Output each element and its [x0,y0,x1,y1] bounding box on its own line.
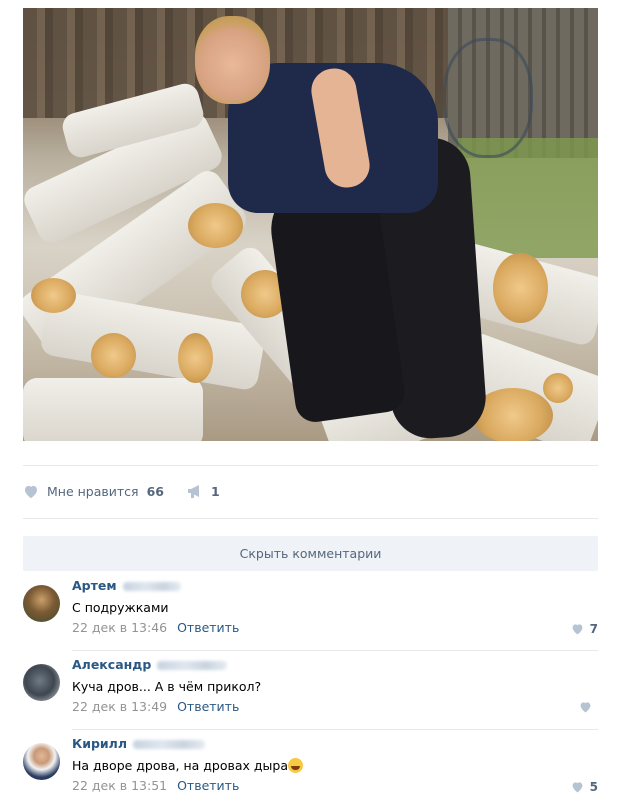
avatar[interactable] [23,743,60,780]
blurred-surname [133,739,205,749]
comment: Александр Куча дров... А в чём прикол? 2… [23,657,598,735]
hide-comments-button[interactable]: Скрыть комментарии [23,536,598,571]
megaphone-icon [187,485,199,498]
log-end [493,253,548,323]
heart-icon [25,485,37,498]
reply-link[interactable]: Ответить [177,778,239,793]
post-actions: Мне нравится 66 1 [23,481,220,501]
comment-author[interactable]: Александр [72,657,598,673]
share-button[interactable]: 1 [187,484,220,499]
log-end [543,373,573,403]
author-name: Кирилл [72,736,127,751]
comment-like-button[interactable] [579,701,598,713]
comment-like-button[interactable]: 5 [571,780,598,794]
comment-like-count: 5 [589,780,598,794]
comment-author[interactable]: Кирилл [72,736,598,752]
share-count: 1 [210,483,220,499]
heart-icon [580,702,591,713]
comment-text: На дворе дрова, на дровах дыра [72,757,598,774]
comment-meta: 22 дек в 13:49 Ответить [72,698,598,715]
log-end [188,203,243,248]
reply-link[interactable]: Ответить [177,699,239,714]
like-label: Мне нравится [47,483,139,499]
reply-link[interactable]: Ответить [177,620,239,635]
blurred-surname [122,581,181,591]
heart-icon [572,782,583,793]
comment-text: Куча дров... А в чём прикол? [72,679,262,694]
divider [23,465,598,466]
laughing-emoji-icon [288,758,304,773]
like-count: 66 [146,483,164,499]
comment-date[interactable]: 22 дек в 13:49 [72,699,167,714]
log [23,378,203,441]
blurred-surname [157,660,228,670]
comment-like-button[interactable]: 7 [571,622,598,636]
comment-meta: 22 дек в 13:51 Ответить [72,777,598,794]
comment-text-content: На дворе дрова, на дровах дыра [72,758,289,773]
comment: Артем С подружками 22 дек в 13:46 Ответи… [23,578,598,656]
comment-meta: 22 дек в 13:46 Ответить [72,619,598,636]
log-end [178,333,213,383]
like-button[interactable]: Мне нравится 66 [23,484,164,499]
author-name: Александр [72,657,152,672]
comment-like-count: 7 [589,622,598,636]
avatar[interactable] [23,585,60,622]
log-end [31,278,76,313]
heart-icon [572,624,583,635]
post-photo[interactable] [23,8,598,441]
comment-author[interactable]: Артем [72,578,598,594]
divider [23,518,598,519]
comment: Кирилл На дворе дрова, на дровах дыра 22… [23,736,598,809]
comment-date[interactable]: 22 дек в 13:51 [72,778,167,793]
avatar[interactable] [23,664,60,701]
bicycle [443,38,533,158]
author-name: Артем [72,578,117,593]
divider [72,650,598,651]
divider [72,729,598,730]
person-head [195,16,270,104]
comment-text: С подружками [72,600,169,615]
comment-date[interactable]: 22 дек в 13:46 [72,620,167,635]
log-end [91,333,136,378]
